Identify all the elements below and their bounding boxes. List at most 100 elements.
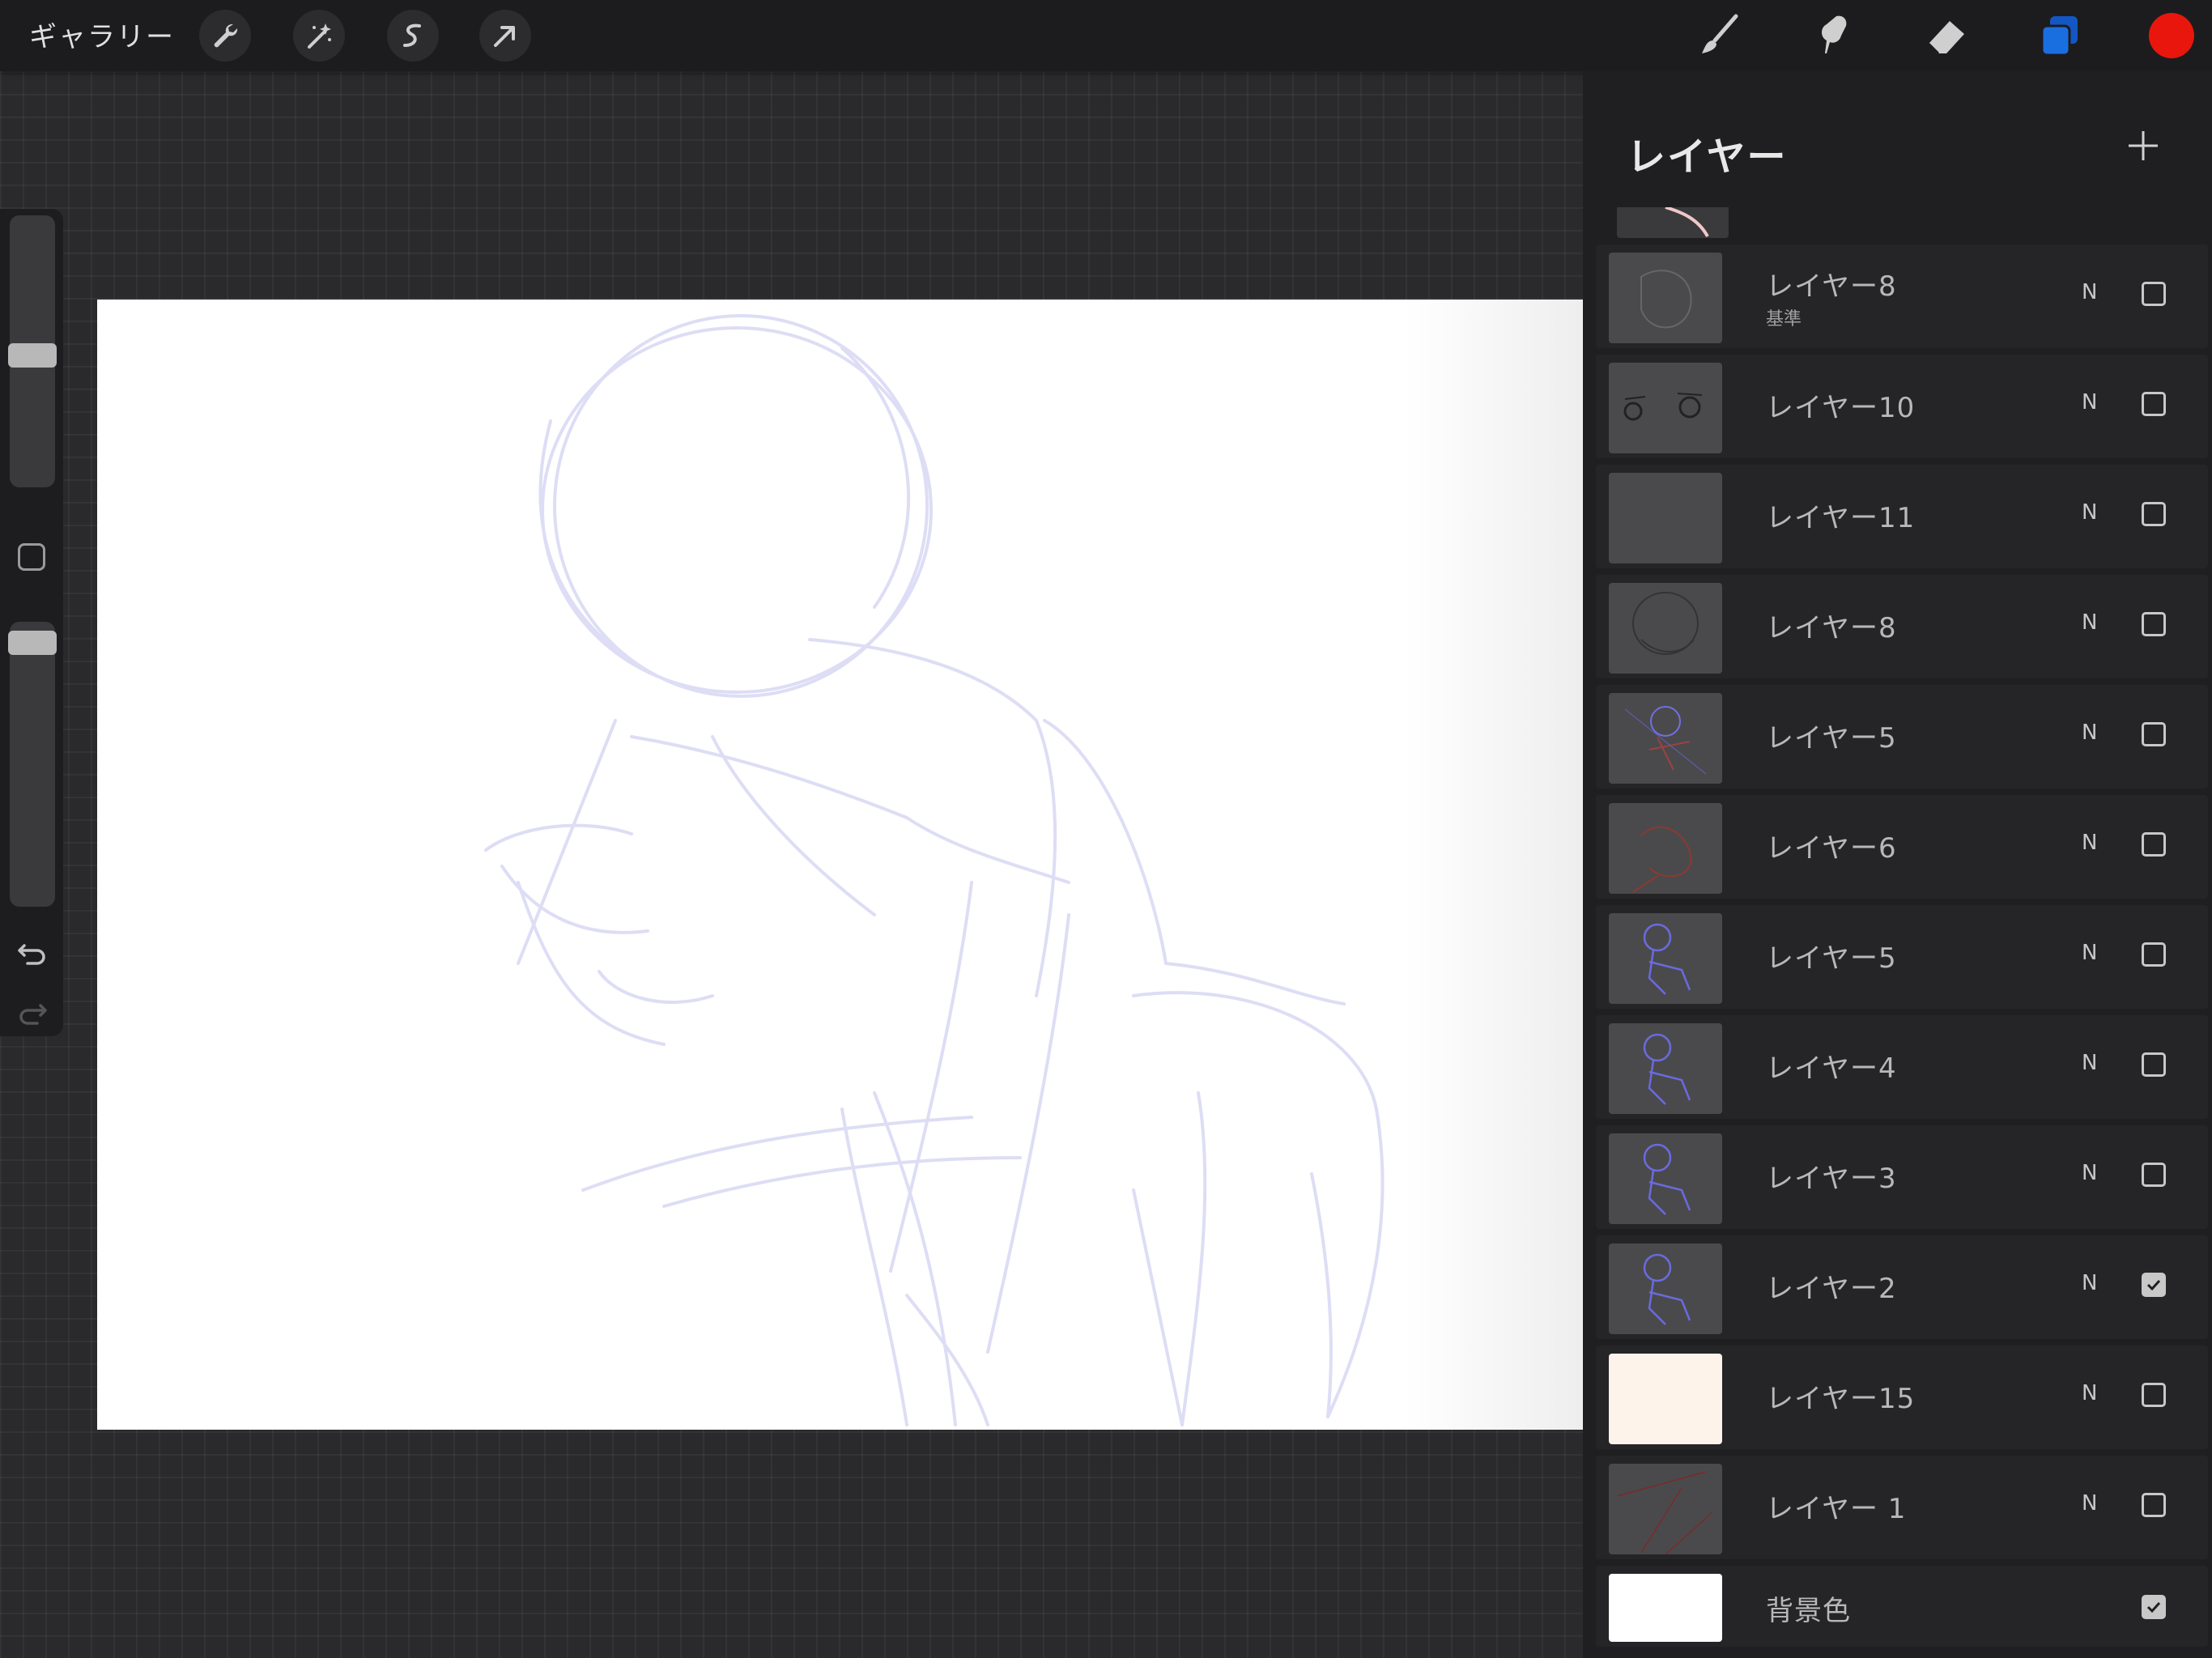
- blend-mode-button[interactable]: N: [2082, 610, 2097, 635]
- layer-thumbnail[interactable]: [1609, 803, 1722, 894]
- layer-visibility-checkbox[interactable]: [2142, 1273, 2166, 1297]
- smudge-icon: [1822, 15, 1847, 53]
- blend-mode-button[interactable]: N: [2082, 1381, 2097, 1405]
- brush-icon: [1702, 14, 1738, 53]
- layer-row[interactable]: レイヤー10 N: [1596, 355, 2208, 458]
- plus-icon[interactable]: [2125, 128, 2161, 164]
- layer-row[interactable]: レイヤー4 N: [1596, 1015, 2208, 1119]
- blend-mode-button[interactable]: N: [2082, 390, 2097, 414]
- layers-icon: [2040, 16, 2078, 57]
- layers-panel: レイヤー レイヤー8 基準 N レイヤー10 N レイヤー11 N レイヤー8 N レイヤー5 N レ…: [1583, 71, 2212, 1658]
- background-color-row[interactable]: 背景色: [1596, 1566, 2208, 1647]
- checkmark-icon: [2146, 1279, 2161, 1291]
- layer-name: レイヤー3: [1766, 1163, 1897, 1195]
- blend-mode-button[interactable]: N: [2082, 831, 2097, 855]
- layer-name: レイヤー5: [1766, 942, 1897, 975]
- background-visibility-checkbox[interactable]: [2142, 1595, 2166, 1619]
- layer-visibility-checkbox[interactable]: [2142, 1163, 2166, 1187]
- redo-icon[interactable]: [15, 996, 50, 1031]
- layer-row[interactable]: レイヤー2 N: [1596, 1235, 2208, 1339]
- wrench-icon: [214, 23, 238, 48]
- transform-arrow-icon: [494, 26, 515, 47]
- layer-visibility-checkbox[interactable]: [2142, 832, 2166, 857]
- layer-name: レイヤー6: [1766, 832, 1897, 865]
- opacity-thumb[interactable]: [8, 631, 57, 655]
- layer-visibility-checkbox[interactable]: [2142, 1052, 2166, 1077]
- brush-tool-button[interactable]: [1692, 8, 1747, 63]
- layer-thumbnail[interactable]: [1609, 1244, 1722, 1334]
- layer-thumbnail[interactable]: [1609, 363, 1722, 453]
- blend-mode-button[interactable]: N: [2082, 941, 2097, 965]
- layer-visibility-checkbox[interactable]: [2142, 1493, 2166, 1517]
- layer-thumbnail[interactable]: [1609, 913, 1722, 1004]
- smudge-tool-button[interactable]: [1806, 8, 1861, 63]
- eyedropper-button[interactable]: [18, 543, 45, 571]
- layer-visibility-checkbox[interactable]: [2142, 722, 2166, 746]
- background-color-label: 背景色: [1766, 1595, 1851, 1627]
- adjustments-button[interactable]: [293, 10, 345, 62]
- blend-mode-button[interactable]: N: [2082, 500, 2097, 525]
- layer-row[interactable]: レイヤー15 N: [1596, 1346, 2208, 1449]
- layer-row[interactable]: レイヤー8 N: [1596, 575, 2208, 678]
- layer-thumbnail[interactable]: [1609, 1133, 1722, 1224]
- layer-thumbnail[interactable]: [1609, 473, 1722, 563]
- layer-name: レイヤー15: [1766, 1383, 1916, 1415]
- layer-thumbnail[interactable]: [1609, 1464, 1722, 1554]
- blend-mode-button[interactable]: N: [2082, 1271, 2097, 1295]
- layer-visibility-checkbox[interactable]: [2142, 282, 2166, 306]
- checkmark-icon: [2146, 1601, 2161, 1613]
- layer-row[interactable]: レイヤー 1 N: [1596, 1456, 2208, 1559]
- layer-name: レイヤー11: [1766, 502, 1916, 534]
- blend-mode-button[interactable]: N: [2082, 1051, 2097, 1075]
- eraser-icon: [1927, 21, 1964, 55]
- opacity-slider[interactable]: [8, 622, 57, 907]
- blend-mode-button[interactable]: N: [2082, 721, 2097, 745]
- layer-thumbnail[interactable]: [1609, 693, 1722, 784]
- layer-name: レイヤー2: [1766, 1273, 1897, 1305]
- layer-name: レイヤー8: [1766, 270, 1897, 303]
- layer-row[interactable]: レイヤー6 N: [1596, 795, 2208, 899]
- layer-thumbnail[interactable]: [1609, 583, 1722, 674]
- layer-row[interactable]: レイヤー11 N: [1596, 465, 2208, 568]
- layer-name: レイヤー4: [1766, 1052, 1897, 1085]
- layers-panel-title: レイヤー: [1627, 134, 1788, 180]
- left-sidebar: [0, 209, 63, 1036]
- layer-visibility-checkbox[interactable]: [2142, 1383, 2166, 1407]
- selection-icon: [403, 23, 421, 47]
- gallery-button[interactable]: ギャラリー: [29, 15, 175, 54]
- layer-row[interactable]: レイヤー8 基準 N: [1596, 244, 2208, 348]
- eraser-tool-button[interactable]: [1919, 8, 1974, 63]
- top-toolbar: ギャラリー: [0, 0, 2212, 71]
- color-picker-button[interactable]: [2149, 13, 2194, 58]
- brush-size-thumb[interactable]: [8, 343, 57, 368]
- blend-mode-button[interactable]: N: [2082, 1491, 2097, 1516]
- undo-icon[interactable]: [15, 936, 50, 971]
- background-color-swatch[interactable]: [1609, 1574, 1722, 1642]
- layer-thumbnail[interactable]: [1609, 253, 1722, 343]
- layer-name: レイヤー 1: [1766, 1493, 1907, 1525]
- layer-visibility-checkbox[interactable]: [2142, 392, 2166, 416]
- layer-row[interactable]: レイヤー5 N: [1596, 905, 2208, 1009]
- brush-size-slider[interactable]: [8, 215, 57, 487]
- layer-row[interactable]: レイヤー3 N: [1596, 1125, 2208, 1229]
- magic-wand-icon: [308, 23, 331, 49]
- layer-sublabel: 基準: [1766, 309, 1802, 329]
- partial-layer-thumbnail: [1617, 207, 1729, 238]
- actions-button[interactable]: [199, 10, 251, 62]
- sketch-artwork: [484, 314, 1385, 1426]
- blend-mode-button[interactable]: N: [2082, 280, 2097, 304]
- layer-visibility-checkbox[interactable]: [2142, 612, 2166, 636]
- blend-mode-button[interactable]: N: [2082, 1161, 2097, 1185]
- layers-tool-button[interactable]: [2032, 8, 2087, 63]
- selection-button[interactable]: [387, 10, 439, 62]
- layer-name: レイヤー10: [1766, 392, 1916, 424]
- layer-thumbnail[interactable]: [1609, 1023, 1722, 1114]
- layer-visibility-checkbox[interactable]: [2142, 942, 2166, 967]
- layer-visibility-checkbox[interactable]: [2142, 502, 2166, 526]
- transform-button[interactable]: [479, 10, 531, 62]
- layer-row[interactable]: レイヤー5 N: [1596, 685, 2208, 789]
- drawing-canvas[interactable]: [97, 300, 1583, 1430]
- layer-name: レイヤー8: [1766, 612, 1897, 644]
- layer-name: レイヤー5: [1766, 722, 1897, 755]
- layer-thumbnail[interactable]: [1609, 1354, 1722, 1444]
